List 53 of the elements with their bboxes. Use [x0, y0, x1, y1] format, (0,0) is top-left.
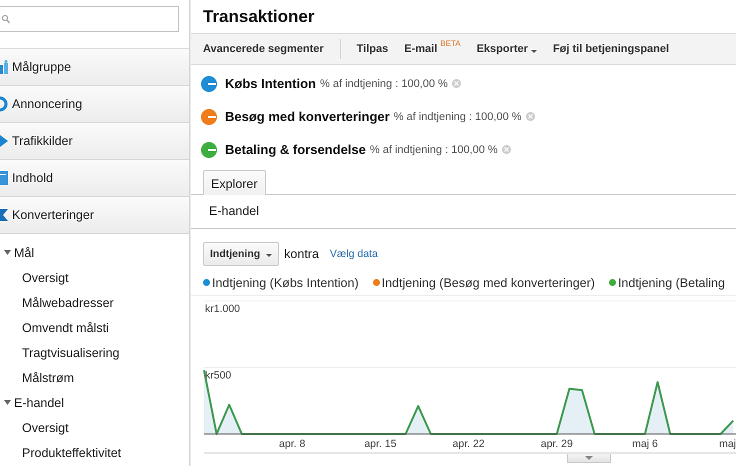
tree-item[interactable]: Omvendt målsti — [0, 315, 189, 340]
segment-name: Betaling & forsendelse — [225, 142, 366, 157]
ring-icon — [0, 96, 8, 112]
metric-dropdown[interactable]: Indtjening — [203, 242, 280, 266]
hourglass-icon — [0, 209, 8, 221]
tree-node[interactable]: Mål — [0, 240, 189, 265]
tree-item[interactable]: Oversigt — [0, 415, 189, 440]
choose-data-link[interactable]: Vælg data — [330, 248, 378, 260]
segment-metric: % af indtjening : 100,00 % — [394, 110, 522, 122]
x-axis-label: apr. 22 — [452, 438, 485, 450]
caret-icon — [530, 50, 537, 52]
tree-item[interactable]: Oversigt — [0, 265, 189, 290]
versus-label: kontra — [284, 246, 319, 260]
x-axis-label: apr. 8 — [279, 438, 306, 450]
people-icon — [0, 60, 8, 74]
segment-metric: % af indtjening : 100,00 % — [320, 78, 448, 90]
search-field[interactable] — [0, 6, 179, 32]
subtab-label[interactable]: E-handel — [209, 204, 260, 218]
y-axis-label: kr1.000 — [205, 303, 240, 315]
segment-dot[interactable] — [201, 108, 217, 124]
legend-label: Indtjening (Betaling — [618, 276, 725, 290]
segment-dot[interactable] — [201, 142, 217, 158]
caret-icon — [266, 254, 272, 257]
segment-dot[interactable] — [201, 76, 217, 92]
remove-icon[interactable] — [526, 112, 535, 121]
tree-item[interactable]: Tragtvisualisering — [0, 340, 189, 365]
caret-down-icon — [585, 456, 593, 460]
tree-item[interactable]: Målstrøm — [0, 365, 189, 390]
segments-button[interactable]: Avancerede segmenter — [203, 43, 324, 55]
y-axis-label: kr500 — [205, 370, 232, 382]
toolbar-button[interactable]: Føj til betjeningspanel — [552, 43, 670, 55]
triangle-icon — [0, 135, 8, 147]
tree-item[interactable]: Målwebadresser — [0, 290, 189, 315]
segment-metric: % af indtjening : 100,00 % — [370, 144, 498, 156]
x-axis-label: apr. 29 — [540, 438, 573, 450]
x-axis-label: maj — [719, 438, 736, 450]
legend-label: Indtjening (Købs Intention) — [212, 276, 359, 290]
x-axis-label: maj 6 — [632, 438, 658, 450]
tree-item[interactable]: Produkteffektivitet — [0, 440, 189, 465]
segment-name: Købs Intention — [225, 76, 316, 91]
toolbar-button[interactable]: Tilpas — [356, 43, 388, 55]
toolbar-menu-button[interactable]: Eksporter — [476, 43, 537, 55]
tree-node[interactable]: E-handel — [0, 390, 189, 415]
x-axis-label: apr. 15 — [364, 438, 396, 450]
document-icon — [0, 171, 8, 185]
legend-label: Indtjening (Besøg med konverteringer) — [382, 276, 595, 290]
search-icon — [2, 14, 10, 24]
segment-name: Besøg med konverteringer — [225, 109, 390, 124]
scroll-handle[interactable] — [567, 454, 611, 463]
page-title: Transaktioner — [202, 6, 316, 27]
tab[interactable]: Explorer — [203, 170, 266, 195]
remove-icon[interactable] — [452, 79, 461, 88]
remove-icon[interactable] — [502, 145, 511, 154]
